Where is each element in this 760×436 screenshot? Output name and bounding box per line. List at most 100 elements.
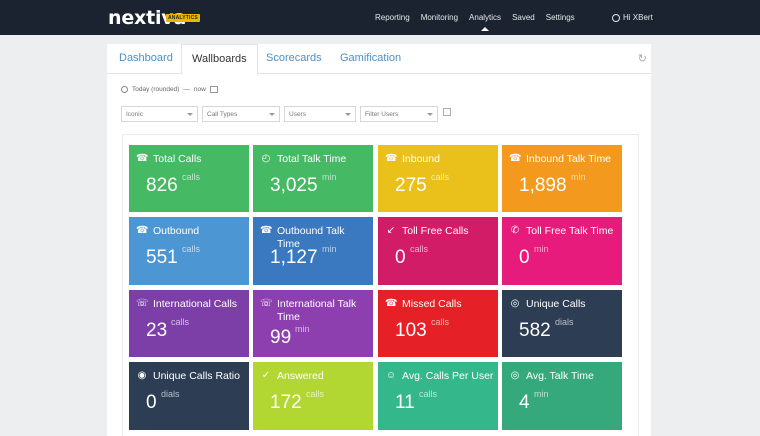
inbound-talk-icon: ☎ bbox=[509, 153, 522, 164]
toll-free-icon: ↙ bbox=[386, 225, 396, 236]
user-menu[interactable]: Hi XBert bbox=[612, 13, 653, 22]
tile-toll-free-calls[interactable]: ↙ Toll Free Calls 0 calls bbox=[378, 217, 498, 285]
tile-avg-calls-per-user[interactable]: ☺ Avg. Calls Per User 11 calls bbox=[378, 362, 498, 430]
international-icon: ☏ bbox=[136, 298, 149, 309]
tile-inbound[interactable]: ☎ Inbound 275 calls bbox=[378, 145, 498, 212]
tile-unit: dials bbox=[555, 317, 574, 327]
tile-title: Inbound bbox=[402, 153, 440, 165]
tile-unit: min bbox=[322, 172, 337, 182]
tab-gamification[interactable]: Gamification bbox=[340, 52, 401, 64]
nav-reporting[interactable]: Reporting bbox=[375, 13, 410, 22]
outbound-talk-icon: ☎ bbox=[260, 225, 273, 236]
target-icon: ◎ bbox=[510, 370, 520, 381]
tile-unit: calls bbox=[306, 389, 325, 399]
phone-outbound-icon: ☎ bbox=[136, 225, 149, 236]
users-select[interactable]: Users bbox=[284, 106, 356, 122]
fingerprint-icon: ◎ bbox=[510, 298, 520, 309]
phone-incoming-icon: ☎ bbox=[136, 153, 149, 164]
nav-settings[interactable]: Settings bbox=[546, 13, 575, 22]
tile-total-talk-time[interactable]: ◴ Total Talk Time 3,025 min bbox=[253, 145, 373, 212]
nav-monitoring[interactable]: Monitoring bbox=[421, 13, 458, 22]
tile-value: 551 bbox=[146, 247, 178, 268]
tile-unit: min bbox=[571, 172, 586, 182]
call-types-select[interactable]: Call Types bbox=[202, 106, 280, 122]
tab-wallboards[interactable]: Wallboards bbox=[181, 44, 258, 75]
tab-scorecards[interactable]: Scorecards bbox=[266, 52, 322, 64]
tile-total-calls[interactable]: ☎ Total Calls 826 calls bbox=[129, 145, 249, 212]
tile-title: Unique Calls Ratio bbox=[153, 370, 240, 382]
tile-value: 0 bbox=[395, 247, 406, 268]
toll-free-talk-icon: ✆ bbox=[510, 225, 520, 236]
tile-unit: calls bbox=[171, 317, 190, 327]
tile-title: Total Calls bbox=[153, 153, 202, 165]
calendar-icon[interactable] bbox=[209, 86, 218, 93]
tab-bar: Dashboard Wallboards Scorecards Gamifica… bbox=[107, 44, 651, 75]
tile-avg-talk-time[interactable]: ◎ Avg. Talk Time 4 min bbox=[502, 362, 622, 430]
date-end: now bbox=[193, 86, 206, 93]
nav-saved[interactable]: Saved bbox=[512, 13, 535, 22]
tile-value: 826 bbox=[146, 175, 178, 196]
tile-title: Total Talk Time bbox=[277, 153, 347, 165]
tile-value: 0 bbox=[146, 392, 157, 413]
clock-phone-icon: ◴ bbox=[261, 153, 271, 164]
tile-unit: min bbox=[322, 244, 337, 254]
nav-analytics[interactable]: Analytics bbox=[469, 13, 501, 31]
tile-title: Answered bbox=[277, 370, 324, 382]
top-navbar: nextiva ANALYTICS Reporting Monitoring A… bbox=[0, 0, 760, 35]
tile-unit: calls bbox=[182, 172, 201, 182]
tile-international-calls[interactable]: ☏ International Calls 23 calls bbox=[129, 290, 249, 357]
refresh-icon[interactable]: ↻ bbox=[638, 52, 647, 65]
tile-unit: calls bbox=[431, 317, 450, 327]
tile-value: 275 bbox=[395, 175, 427, 196]
international-talk-icon: ☏ bbox=[260, 298, 273, 309]
tile-title: Avg. Talk Time bbox=[526, 370, 594, 382]
main-nav: Reporting Monitoring Analytics Saved Set… bbox=[375, 13, 586, 31]
tile-title: Missed Calls bbox=[402, 298, 462, 310]
tile-value: 11 bbox=[395, 392, 415, 413]
missed-calls-icon: ☎ bbox=[385, 298, 398, 309]
user-greeting: Hi XBert bbox=[623, 13, 653, 22]
tile-missed-calls[interactable]: ☎ Missed Calls 103 calls bbox=[378, 290, 498, 357]
tile-value: 4 bbox=[519, 392, 530, 413]
tile-title: Unique Calls bbox=[526, 298, 586, 310]
user-calls-icon: ☺ bbox=[385, 370, 397, 381]
date-range: Today (rounded) — now bbox=[121, 86, 218, 93]
tile-inbound-talk-time[interactable]: ☎ Inbound Talk Time 1,898 min bbox=[502, 145, 622, 212]
ratio-icon: ◉ bbox=[137, 370, 147, 381]
tab-dashboard[interactable]: Dashboard bbox=[119, 52, 173, 64]
tile-outbound-talk-time[interactable]: ☎ Outbound Talk Time 1,127 min bbox=[253, 217, 373, 285]
tile-title: Toll Free Talk Time bbox=[526, 225, 614, 237]
answered-icon: ✓ bbox=[261, 370, 271, 381]
phone-inbound-icon: ☎ bbox=[385, 153, 398, 164]
tile-value: 3,025 bbox=[270, 175, 318, 196]
filter-users-select[interactable]: Filter Users bbox=[360, 106, 438, 122]
tile-unit: calls bbox=[419, 389, 438, 399]
tile-value: 23 bbox=[146, 320, 168, 341]
tile-title: Outbound bbox=[153, 225, 200, 237]
tile-unique-calls-ratio[interactable]: ◉ Unique Calls Ratio 0 dials bbox=[129, 362, 249, 430]
tile-title: International Talk Time bbox=[277, 298, 357, 323]
tile-unit: dials bbox=[161, 389, 180, 399]
tile-title: Avg. Calls Per User bbox=[402, 370, 494, 382]
tile-outbound[interactable]: ☎ Outbound 551 calls bbox=[129, 217, 249, 285]
tile-toll-free-talk-time[interactable]: ✆ Toll Free Talk Time 0 min bbox=[502, 217, 622, 285]
tile-title: International Calls bbox=[153, 298, 238, 310]
tile-value: 103 bbox=[395, 320, 427, 341]
analytics-badge: ANALYTICS bbox=[166, 14, 200, 22]
view-select[interactable]: Iconic bbox=[121, 106, 198, 122]
tile-unit: min bbox=[534, 244, 549, 254]
tile-unit: calls bbox=[431, 172, 450, 182]
tile-unit: calls bbox=[410, 244, 429, 254]
tile-value: 1,127 bbox=[270, 247, 318, 268]
tile-international-talk-time[interactable]: ☏ International Talk Time 99 min bbox=[253, 290, 373, 357]
tile-unit: min bbox=[534, 389, 549, 399]
tile-unit: calls bbox=[182, 244, 201, 254]
tile-value: 1,898 bbox=[519, 175, 567, 196]
edit-filter-icon[interactable] bbox=[443, 108, 451, 116]
tile-unique-calls[interactable]: ◎ Unique Calls 582 dials bbox=[502, 290, 622, 357]
date-separator: — bbox=[183, 86, 190, 93]
tile-title: Toll Free Calls bbox=[402, 225, 469, 237]
tile-answered[interactable]: ✓ Answered 172 calls bbox=[253, 362, 373, 430]
tile-unit: min bbox=[295, 324, 310, 334]
date-radio[interactable] bbox=[121, 86, 128, 93]
